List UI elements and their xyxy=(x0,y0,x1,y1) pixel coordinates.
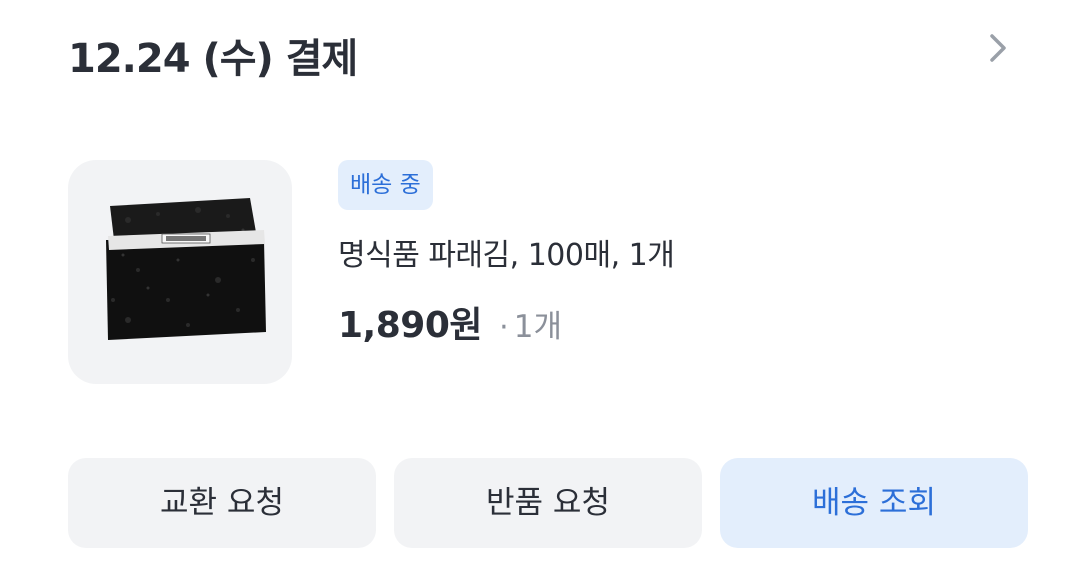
order-actions: 교환 요청 반품 요청 배송 조회 xyxy=(68,458,1030,548)
product-quantity: 1개 xyxy=(513,309,562,345)
product-price: 1,890원 xyxy=(338,305,483,346)
delivery-status-badge: 배송 중 xyxy=(338,160,433,210)
product-thumbnail[interactable] xyxy=(68,160,292,384)
order-date-title: 12.24 (수) 결제 xyxy=(68,36,358,82)
chevron-right-icon[interactable] xyxy=(984,30,1012,66)
return-request-button[interactable]: 반품 요청 xyxy=(394,458,702,548)
price-row: 1,890원 · 1개 xyxy=(338,296,562,348)
exchange-request-button[interactable]: 교환 요청 xyxy=(68,458,376,548)
order-header[interactable]: 12.24 (수) 결제 xyxy=(68,22,1012,82)
quantity-separator: · xyxy=(499,310,509,345)
product-name[interactable]: 명식품 파래김, 100매, 1개 xyxy=(338,230,675,274)
seaweed-laver-image xyxy=(106,198,266,340)
track-delivery-button[interactable]: 배송 조회 xyxy=(720,458,1028,548)
